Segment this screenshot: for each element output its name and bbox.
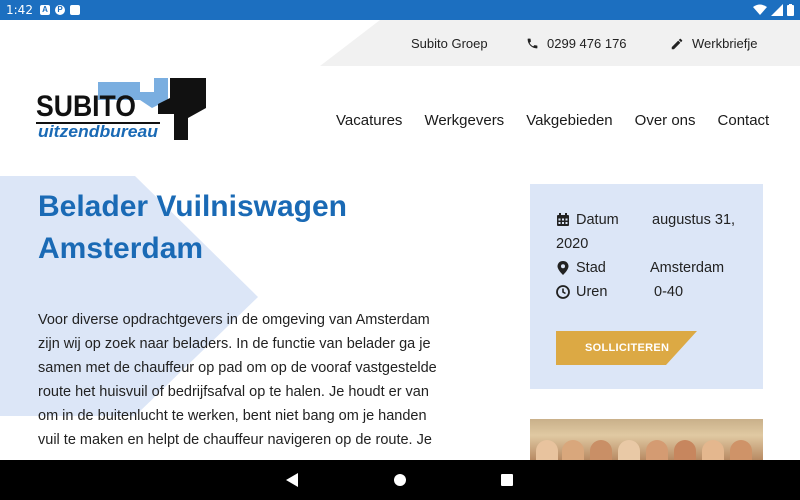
phone-icon [527,38,538,49]
system-navigation-bar [0,460,800,500]
map-pin-icon [557,261,569,275]
job-title: Belader Vuilniswagen Amsterdam [38,186,438,270]
hours-row: Uren [556,284,607,300]
main-nav: Vacatures Werkgevers Vakgebieden Over on… [336,112,769,129]
notification-p-icon: P [55,5,65,15]
phone-link[interactable]: 0299 476 176 [526,36,627,51]
pencil-icon [671,38,683,49]
notification-icons: A P [40,5,80,15]
description-line: om in de buitenlucht te werken, bent nie… [38,408,427,424]
recents-icon[interactable] [501,474,513,486]
job-title-line2: Amsterdam [38,232,204,265]
phone-number[interactable]: 0299 476 176 [547,36,627,51]
sd-card-icon [70,5,80,15]
status-bar: 1:42 A P [0,0,800,20]
timesheet-link[interactable]: Werkbriefje [670,36,758,51]
subito-logo[interactable]: SUBITO uitzendbureau [36,78,206,144]
calendar-icon [557,213,569,226]
job-title-line1: Belader Vuilniswagen [38,190,347,223]
city-label: Stad [576,260,606,276]
description-line: zijn wij op zoek naar beladers. In de fu… [38,336,431,352]
hours-label: Uren [576,284,608,300]
nav-over-ons[interactable]: Over ons [635,112,696,129]
date-value-line2: 2020 [556,236,589,252]
description-line: route het huisvuil of bedrijfsafval op t… [38,384,429,400]
status-time: 1:42 [6,3,33,17]
date-label: Datum [576,212,619,228]
nav-contact[interactable]: Contact [718,112,770,129]
notification-a-icon: A [40,5,50,15]
nav-vakgebieden[interactable]: Vakgebieden [526,112,612,129]
system-icons [753,4,794,16]
date-row: Datum [556,212,619,228]
city-value: Amsterdam [650,260,725,276]
team-photo [530,419,763,460]
wifi-icon [753,4,767,15]
nav-werkgevers[interactable]: Werkgevers [424,112,504,129]
city-row: Stad [556,260,606,276]
logo-text-subito: SUBITO [36,90,136,123]
description-line: vuil te maken en helpt de chauffeur navi… [38,432,432,448]
description-line: samen met de chauffeur op pad om op de v… [38,360,437,376]
logo-text-uitzendbureau: uitzendbureau [38,122,159,141]
home-icon[interactable] [394,474,406,486]
nav-vacatures[interactable]: Vacatures [336,112,402,129]
clock-icon [556,285,570,299]
date-value-line1: augustus 31, [652,212,736,228]
job-description: Voor diverse opdrachtgevers in de omgevi… [38,308,468,452]
group-link-label[interactable]: Subito Groep [411,36,488,51]
hours-value: 0-40 [654,284,684,300]
battery-icon [787,4,794,16]
timesheet-label[interactable]: Werkbriefje [692,36,758,51]
back-icon[interactable] [286,473,298,487]
signal-icon [771,4,783,16]
description-line: Voor diverse opdrachtgevers in de omgevi… [38,312,430,328]
group-link[interactable]: Subito Groep [411,36,488,51]
